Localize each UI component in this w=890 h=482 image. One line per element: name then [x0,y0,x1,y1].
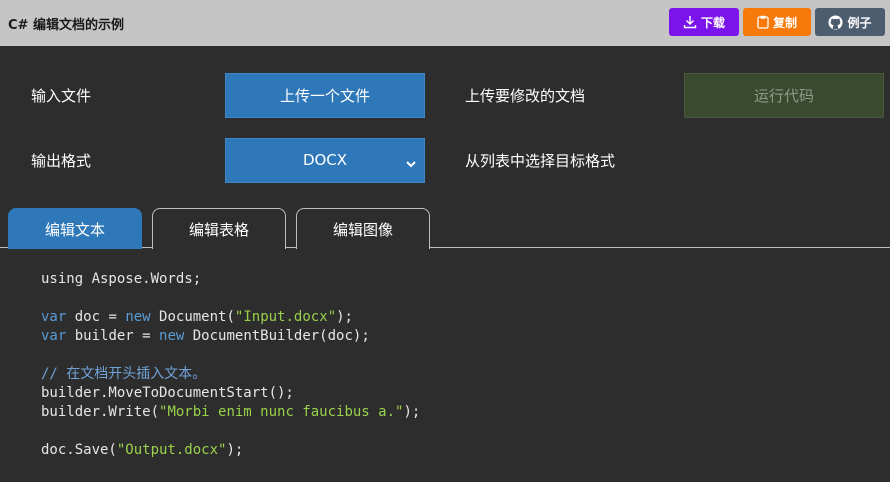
code-text: doc = [66,309,126,325]
code-text: Document( [150,309,235,325]
code-line: builder.MoveToDocumentStart(); [41,384,420,403]
upload-hint: 上传要修改的文档 [465,86,586,105]
tab-edit-text[interactable]: 编辑文本 [8,208,142,249]
input-file-label: 输入文件 [31,86,92,105]
format-hint: 从列表中选择目标格式 [465,151,616,170]
header-actions: 下载 复制 例子 [669,8,885,36]
code-text: ); [336,309,353,325]
github-icon [828,14,844,30]
code-comment: // 在文档开头插入文本。 [41,366,207,382]
output-row: 输出格式 DOCX 从列表中选择目标格式 [0,137,890,183]
download-label: 下载 [700,15,725,30]
tab-bar: 编辑文本 编辑表格 编辑图像 [0,208,890,249]
download-icon [683,15,697,29]
code-text: DocumentBuilder(doc); [184,328,370,344]
input-row: 输入文件 上传一个文件 上传要修改的文档 运行代码 [0,72,890,118]
chevron-down-icon [406,154,416,172]
download-button[interactable]: 下载 [669,8,739,36]
code-line: doc.Save("Output.docx"); [41,441,420,460]
upload-button[interactable]: 上传一个文件 [225,72,425,118]
code-text: ); [403,404,421,420]
code-text: doc.Save( [41,442,117,458]
code-string: "Input.docx" [234,309,337,325]
code-text: builder.MoveToDocumentStart(); [41,385,294,401]
code-keyword: var [41,328,67,344]
header-bar: C# 编辑文档的示例 下载 复制 例子 [0,0,890,46]
code-line: var doc = new Document("Input.docx"); [41,308,420,327]
tab-edit-image[interactable]: 编辑图像 [296,208,430,249]
copy-label: 复制 [772,15,797,30]
code-keyword: new [125,309,151,325]
code-line: // 在文档开头插入文本。 [41,365,420,384]
code-text: builder.Write( [41,404,160,420]
code-text: using Aspose.Words; [41,271,202,287]
code-block: using Aspose.Words; var doc = new Documen… [41,270,420,460]
run-code-button[interactable]: 运行代码 [684,72,884,118]
code-line: using Aspose.Words; [41,270,420,289]
format-selected-value: DOCX [302,151,348,169]
code-keyword: var [41,309,67,325]
examples-label: 例子 [847,15,872,30]
tab-edit-table[interactable]: 编辑表格 [152,208,286,249]
copy-button[interactable]: 复制 [743,8,811,36]
code-text: builder = [66,328,160,344]
code-string: "Morbi enim nunc faucibus a." [159,404,404,420]
code-text: ); [226,442,244,458]
code-line: builder.Write("Morbi enim nunc faucibus … [41,403,420,422]
code-keyword: new [159,328,185,344]
output-format-label: 输出格式 [31,151,92,170]
page-title: C# 编辑文档的示例 [8,17,124,33]
format-select[interactable]: DOCX [225,137,425,183]
examples-button[interactable]: 例子 [815,8,885,36]
code-line: var builder = new DocumentBuilder(doc); [41,327,420,346]
clipboard-icon [757,15,769,29]
code-string: "Output.docx" [116,442,227,458]
